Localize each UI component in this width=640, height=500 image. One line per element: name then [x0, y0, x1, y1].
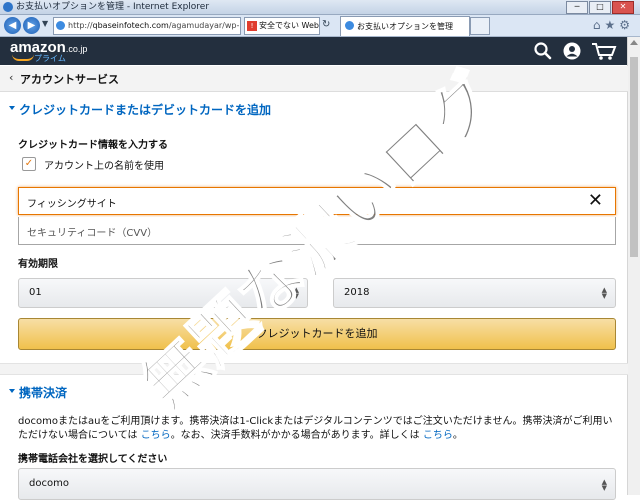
ie-logo-icon: [3, 2, 13, 12]
breadcrumb[interactable]: ‹ アカウントサービス: [0, 66, 628, 92]
select-arrows-icon: ▲ ▼: [601, 286, 607, 300]
card-number-value: フィッシングサイト: [27, 199, 117, 210]
page-scrollbar[interactable]: [627, 37, 640, 495]
scroll-thumb[interactable]: [630, 57, 638, 257]
use-account-name-label[interactable]: アカウント上の名前を使用: [44, 157, 164, 172]
section-caret-icon: [9, 389, 15, 393]
add-card-button[interactable]: クレジットカードを追加: [18, 318, 616, 350]
mobile-description: docomoまたはauをご利用頂けます。携帯決済は1-Clickまたはデジタルコ…: [18, 415, 618, 443]
account-icon[interactable]: [562, 41, 582, 61]
site-icon: [56, 21, 65, 30]
tab-payment-options[interactable]: お支払いオプションを管理: [340, 16, 470, 36]
card-info-label: クレジットカード情報を入力する: [18, 140, 168, 151]
close-button[interactable]: ✕: [612, 1, 634, 14]
new-tab-button[interactable]: [470, 17, 490, 35]
scroll-up-arrow-icon[interactable]: [630, 40, 638, 45]
desc-text-3: 。: [452, 430, 463, 441]
section-divider: [0, 363, 628, 375]
expiry-month-select[interactable]: 01 ▲ ▼: [18, 278, 308, 308]
card-section-header[interactable]: クレジットカードまたはデビットカードを追加: [0, 101, 628, 119]
carrier-select[interactable]: docomo ▲ ▼: [18, 468, 616, 500]
clear-input-icon[interactable]: ✕: [588, 190, 603, 212]
url-host: qbaseinfotech.com: [92, 21, 169, 30]
back-arrow-icon[interactable]: ◀: [4, 17, 21, 34]
cvv-placeholder: セキュリティコード（CVV）: [27, 228, 158, 239]
history-dropdown-icon[interactable]: ▼: [42, 19, 48, 28]
mobile-section-title[interactable]: 携帯決済: [19, 384, 67, 401]
expiry-label: 有効期限: [18, 259, 58, 270]
smile-icon: [12, 54, 34, 61]
desc-text-2: 。なお、決済手数料がかかる場合があります。詳しくは: [170, 430, 423, 441]
search-icon[interactable]: [533, 41, 553, 61]
expiry-year-select[interactable]: 2018 ▲ ▼: [333, 278, 616, 308]
select-arrows-icon: ▲ ▼: [293, 286, 299, 300]
refresh-icon[interactable]: ↻: [322, 19, 330, 30]
security-warning[interactable]: ! 安全でない Web...: [244, 17, 320, 35]
section-caret-icon: [9, 106, 15, 110]
details-link-2[interactable]: こちら: [423, 430, 453, 441]
address-bar-row: ◀ ▶ ▼ http://qbaseinfotech.com/agamudaya…: [0, 15, 640, 37]
forward-arrow-icon[interactable]: ▶: [23, 17, 40, 34]
window-titlebar: お支払いオプションを管理 - Internet Explorer ─ □ ✕: [0, 0, 640, 15]
warning-icon: !: [247, 21, 257, 31]
prime-label: プライム: [34, 54, 66, 63]
carrier-label: 携帯電話会社を選択してください: [18, 454, 168, 465]
tab-site-icon: [345, 21, 354, 30]
select-arrows-icon: ▲ ▼: [601, 478, 607, 492]
back-chevron-icon[interactable]: ‹: [9, 71, 13, 84]
account-service-link[interactable]: アカウントサービス: [20, 71, 119, 87]
url-path: /agamudayar/wp-in: [168, 21, 241, 30]
tab-label: お支払いオプションを管理: [357, 22, 453, 31]
security-warning-text: 安全でない Web...: [259, 21, 320, 30]
expiry-year-value: 2018: [344, 287, 370, 298]
card-number-input[interactable]: フィッシングサイト ✕: [18, 187, 616, 215]
browser-tool-icons[interactable]: ⌂★⚙: [593, 18, 634, 32]
details-link-1[interactable]: こちら: [141, 430, 171, 441]
card-section-title[interactable]: クレジットカードまたはデビットカードを追加: [19, 101, 271, 118]
carrier-value: docomo: [29, 478, 69, 489]
address-input[interactable]: http://qbaseinfotech.com/agamudayar/wp-i…: [53, 17, 241, 35]
cart-icon[interactable]: [591, 41, 617, 61]
site-header: amazon.co.jp プライム: [0, 37, 628, 65]
expiry-month-value: 01: [29, 287, 42, 298]
minimize-button[interactable]: ─: [566, 1, 588, 14]
mobile-section-header[interactable]: 携帯決済: [0, 384, 628, 402]
use-account-name-checkbox[interactable]: ✓: [22, 157, 36, 171]
url-text: http://qbaseinfotech.com/agamudayar/wp-i…: [68, 20, 241, 32]
restore-button[interactable]: □: [589, 1, 611, 14]
cvv-input[interactable]: セキュリティコード（CVV）: [18, 217, 616, 245]
logo-suffix: .co.jp: [65, 44, 88, 54]
window-title: お支払いオプションを管理 - Internet Explorer: [16, 2, 210, 12]
